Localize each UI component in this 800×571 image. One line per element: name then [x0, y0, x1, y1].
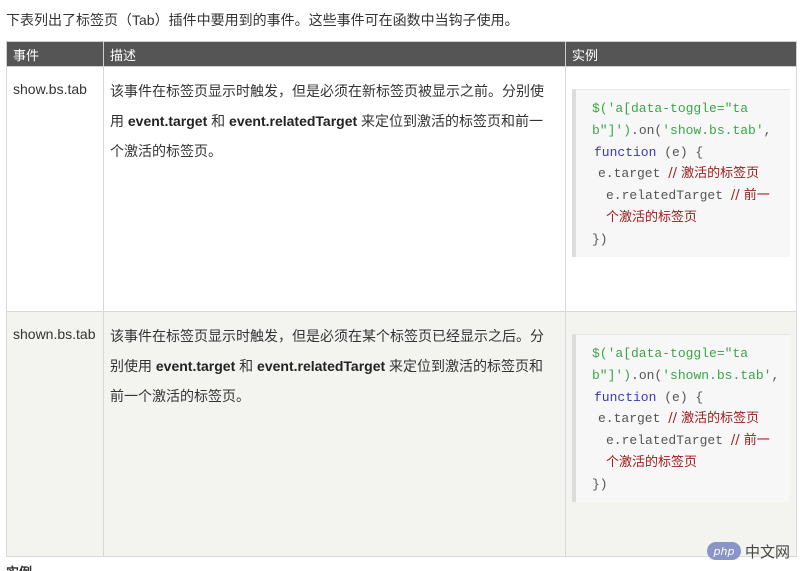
header-event: 事件 — [6, 41, 104, 67]
table-header-row: 事件 描述 实例 — [6, 41, 797, 67]
code-target: e.target — [598, 166, 669, 182]
table-row: show.bs.tab 该事件在标签页显示时触发，但是必须在新标签页被显示之前。… — [6, 66, 797, 312]
event-name: shown.bs.tab — [13, 326, 96, 342]
code-related-target: e.relatedTarget — [606, 433, 731, 449]
php-logo-icon: php — [707, 542, 741, 560]
code-punct: , — [763, 122, 772, 138]
code-params: (e) { — [656, 144, 704, 160]
desc-target: event.target — [155, 358, 236, 374]
code-event-string: 'show.bs.tab' — [662, 122, 764, 138]
event-name: show.bs.tab — [13, 81, 87, 97]
event-description: 该事件在标签页显示时触发，但是必须在某个标签页已经显示之后。分别使用 event… — [104, 312, 565, 411]
watermark: php 中文网 — [707, 538, 797, 564]
code-call: .on( — [631, 367, 663, 383]
code-comment: // 激活的标签页 — [668, 166, 760, 182]
code-close: }) — [592, 476, 608, 492]
code-target: e.target — [598, 411, 669, 427]
desc-target: event.target — [127, 113, 208, 129]
page: 下表列出了标签页（Tab）插件中要用到的事件。这些事件可在函数中当钩子使用。 事… — [0, 0, 800, 571]
code-event-string: 'shown.bs.tab' — [662, 367, 772, 383]
section-heading-partial: 实例 — [6, 562, 32, 571]
desc-related-target: event.relatedTarget — [229, 113, 358, 129]
header-description: 描述 — [103, 41, 566, 67]
event-description: 该事件在标签页显示时触发，但是必须在新标签页被显示之前。分别使用 event.t… — [104, 67, 565, 166]
table-row: shown.bs.tab 该事件在标签页显示时触发，但是必须在某个标签页已经显示… — [6, 311, 797, 557]
code-comment: // 激活的标签页 — [668, 411, 760, 427]
code-example: $('a[data-toggle="tab"]').on('show.bs.ta… — [572, 89, 790, 257]
code-close: }) — [592, 231, 608, 247]
code-call: .on( — [631, 122, 663, 138]
desc-text: 和 — [207, 113, 230, 129]
header-example: 实例 — [565, 41, 797, 67]
watermark-text: 中文网 — [745, 542, 791, 561]
events-table: 事件 描述 实例 show.bs.tab 该事件在标签页显示时触发，但是必须在新… — [6, 41, 797, 557]
code-punct: , — [771, 367, 780, 383]
desc-related-target: event.relatedTarget — [257, 358, 386, 374]
code-keyword: function — [594, 144, 657, 160]
intro-text: 下表列出了标签页（Tab）插件中要用到的事件。这些事件可在函数中当钩子使用。 — [6, 12, 519, 28]
code-params: (e) { — [656, 389, 704, 405]
code-keyword: function — [594, 389, 657, 405]
code-related-target: e.relatedTarget — [606, 188, 731, 204]
code-example: $('a[data-toggle="tab"]').on('shown.bs.t… — [572, 334, 790, 502]
desc-text: 和 — [235, 358, 258, 374]
